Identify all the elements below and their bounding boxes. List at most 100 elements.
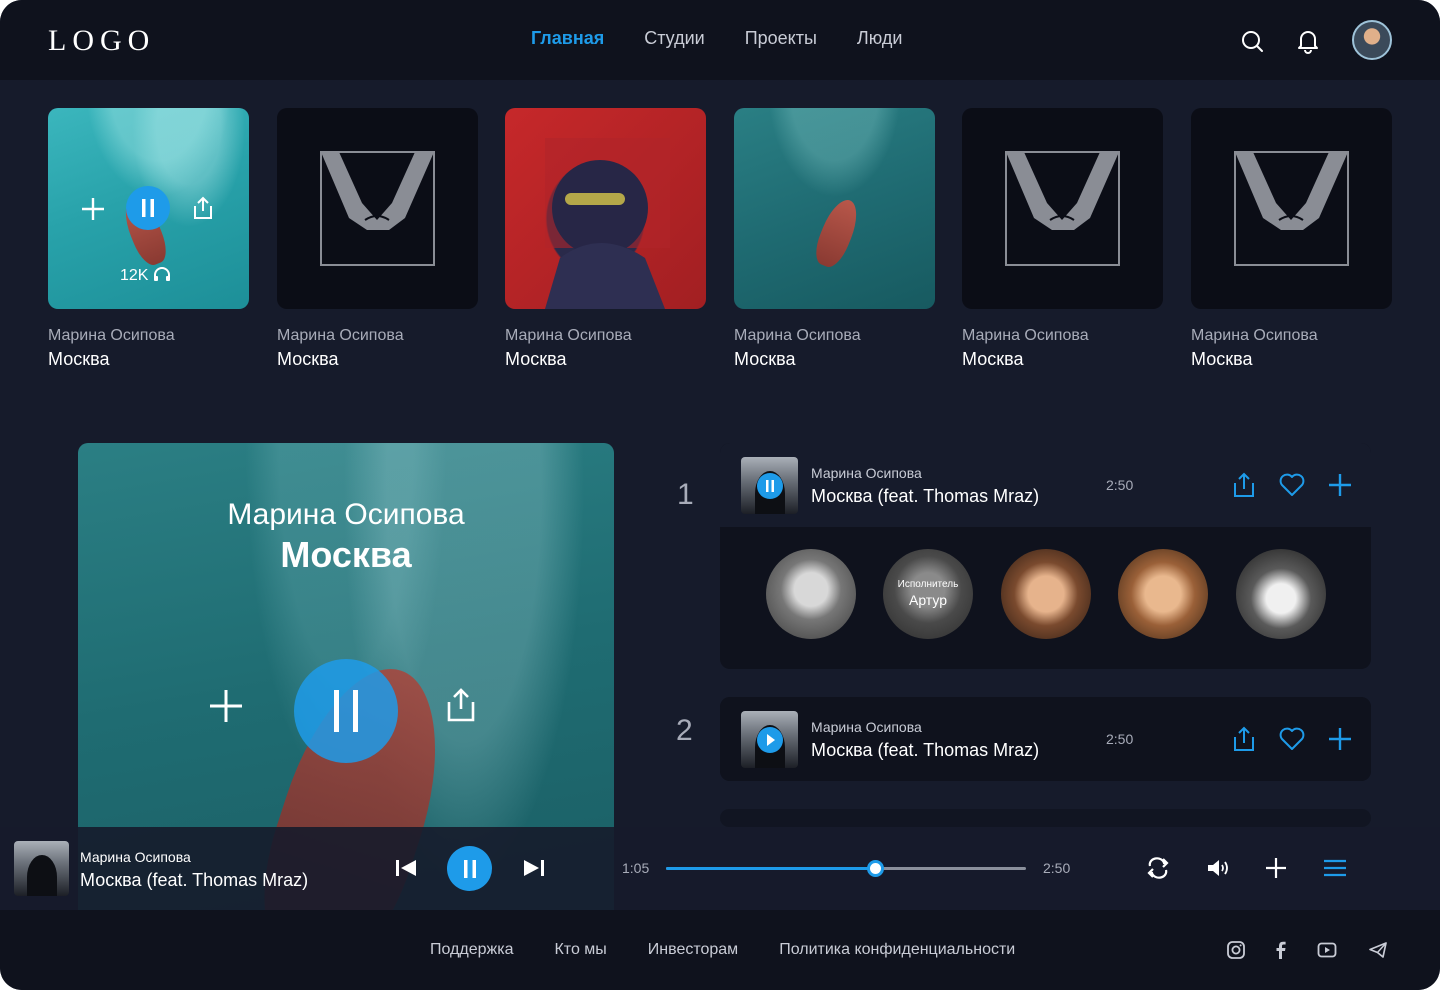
share-icon[interactable] [1230, 725, 1258, 753]
release-card[interactable]: Марина Осипова Москва [277, 108, 478, 370]
cover-image[interactable]: 12K [48, 108, 249, 309]
track-play-button[interactable] [757, 727, 783, 753]
hands-artwork [1234, 151, 1349, 266]
footer-link-support[interactable]: Поддержка [430, 941, 513, 959]
card-artist[interactable]: Марина Осипова [962, 327, 1163, 345]
footer-link-privacy[interactable]: Политика конфиденциальности [779, 941, 1015, 959]
boat-graphic [809, 194, 865, 272]
track-item: Марина Осипова Москва (feat. Thomas Mraz… [720, 697, 1371, 781]
performer-avatar[interactable] [1118, 549, 1208, 639]
track-pause-button[interactable] [757, 473, 783, 499]
cover-image[interactable] [1191, 108, 1392, 309]
hands-artwork [1005, 151, 1120, 266]
add-icon[interactable] [80, 196, 106, 222]
instagram-icon[interactable] [1226, 940, 1246, 960]
volume-icon[interactable] [1206, 858, 1232, 878]
card-title[interactable]: Москва [277, 349, 478, 370]
cover-image[interactable] [734, 108, 935, 309]
player-bar: Марина Осипова Москва (feat. Thomas Mraz… [0, 827, 1440, 910]
telegram-icon[interactable] [1368, 940, 1388, 960]
track-title[interactable]: Москва (feat. Thomas Mraz) [811, 486, 1039, 507]
release-card[interactable]: Марина Осипова Москва [505, 108, 706, 370]
heart-icon[interactable] [1278, 725, 1306, 753]
footer-link-about[interactable]: Кто мы [554, 941, 606, 959]
card-artist[interactable]: Марина Осипова [277, 327, 478, 345]
cover-image[interactable] [277, 108, 478, 309]
track-thumbnail [741, 711, 798, 768]
performer-avatar[interactable] [766, 549, 856, 639]
bell-icon[interactable] [1295, 28, 1321, 54]
total-time: 2:50 [1043, 860, 1071, 876]
card-title[interactable]: Москва [505, 349, 706, 370]
releases-row: 12K Марина Осипова Москва Марина Осипова… [48, 108, 1392, 378]
add-icon[interactable] [1326, 725, 1354, 753]
next-icon[interactable] [523, 858, 545, 878]
track-title[interactable]: Москва (feat. Thomas Mraz) [811, 740, 1039, 761]
cover-image[interactable] [962, 108, 1163, 309]
nav-item-studios[interactable]: Студии [644, 28, 704, 49]
nav-item-home[interactable]: Главная [531, 28, 604, 49]
performer-label: Исполнитель Артур [883, 579, 973, 608]
footer-link-investors[interactable]: Инвесторам [648, 941, 738, 959]
heart-icon[interactable] [1278, 471, 1306, 499]
now-playing-artist[interactable]: Марина Осипова [80, 849, 191, 865]
nav-item-people[interactable]: Люди [857, 28, 902, 49]
progress-slider[interactable] [666, 860, 1026, 877]
card-title[interactable]: Москва [1191, 349, 1392, 370]
card-title[interactable]: Москва [48, 349, 249, 370]
now-playing-title[interactable]: Москва (feat. Thomas Mraz) [80, 870, 308, 891]
pause-button[interactable] [126, 186, 170, 230]
pause-icon [142, 199, 154, 217]
previous-icon[interactable] [395, 858, 417, 878]
track-item: Марина Осипова Москва (feat. Thomas Mraz… [720, 443, 1371, 669]
pause-icon [463, 859, 476, 878]
performer-avatar[interactable] [1236, 549, 1326, 639]
add-icon[interactable] [1326, 471, 1354, 499]
card-title[interactable]: Москва [962, 349, 1163, 370]
track-item-partial [720, 809, 1371, 827]
facebook-icon[interactable] [1271, 940, 1291, 960]
pause-icon [334, 690, 358, 732]
card-title[interactable]: Москва [734, 349, 935, 370]
add-icon[interactable] [208, 688, 244, 724]
cover-image[interactable] [505, 108, 706, 309]
listen-count: 12K [120, 266, 171, 285]
avatar[interactable] [1352, 20, 1392, 60]
now-playing-thumbnail[interactable] [14, 841, 69, 896]
featured-artist: Марина Осипова [227, 498, 465, 531]
nav-item-projects[interactable]: Проекты [745, 28, 817, 49]
progress-fill [666, 867, 875, 870]
track-number: 1 [677, 478, 694, 511]
track-thumbnail [741, 457, 798, 514]
card-artist[interactable]: Марина Осипова [505, 327, 706, 345]
release-card[interactable]: 12K Марина Осипова Москва [48, 108, 249, 370]
featured-song: Москва [280, 534, 412, 575]
figure-graphic [27, 855, 57, 896]
track-artist[interactable]: Марина Осипова [811, 719, 922, 735]
play-icon [767, 734, 775, 746]
performer-avatar[interactable] [1001, 549, 1091, 639]
featured-pause-button[interactable] [294, 659, 398, 763]
share-icon[interactable] [1230, 471, 1258, 499]
logo[interactable]: LOGO [48, 24, 155, 58]
card-artist[interactable]: Марина Осипова [734, 327, 935, 345]
performer-avatar[interactable]: Исполнитель Артур [883, 549, 973, 639]
release-card[interactable]: Марина Осипова Москва [962, 108, 1163, 370]
card-artist[interactable]: Марина Осипова [48, 327, 249, 345]
youtube-icon[interactable] [1317, 940, 1337, 960]
progress-handle[interactable] [866, 860, 884, 877]
share-icon[interactable] [191, 195, 215, 221]
share-icon[interactable] [444, 687, 478, 723]
track-row[interactable]: Марина Осипова Москва (feat. Thomas Mraz… [720, 443, 1371, 527]
search-icon[interactable] [1239, 28, 1265, 54]
release-card[interactable]: Марина Осипова Москва [1191, 108, 1392, 370]
performers-row: Исполнитель Артур [720, 527, 1371, 668]
repeat-icon[interactable] [1145, 856, 1171, 880]
add-icon[interactable] [1265, 857, 1287, 879]
track-artist[interactable]: Марина Осипова [811, 465, 922, 481]
player-pause-button[interactable] [447, 846, 492, 891]
release-card[interactable]: Марина Осипова Москва [734, 108, 935, 370]
queue-icon[interactable] [1323, 859, 1347, 877]
card-artist[interactable]: Марина Осипова [1191, 327, 1392, 345]
track-row[interactable]: Марина Осипова Москва (feat. Thomas Mraz… [720, 697, 1371, 781]
